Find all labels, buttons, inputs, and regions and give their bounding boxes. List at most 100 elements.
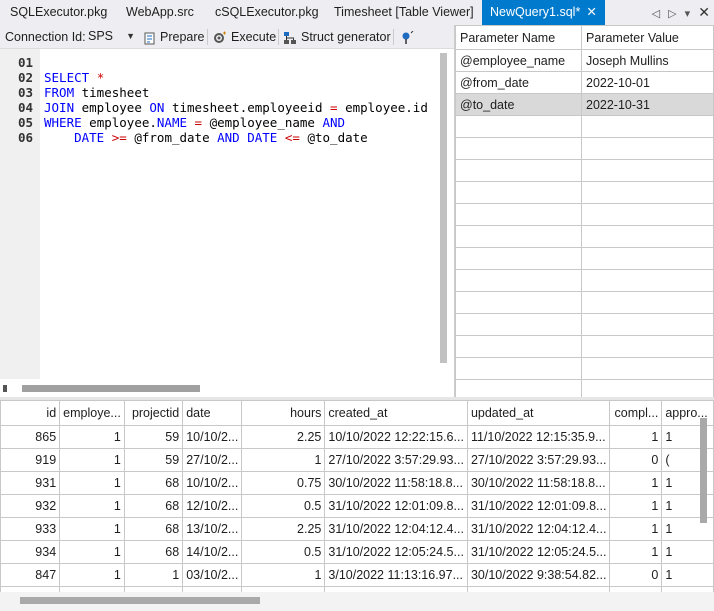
table-row[interactable]: 932 1 68 12/10/2... 0.5 31/10/2022 12:01:09.8… — [0, 494, 714, 518]
parameter-empty-cell[interactable] — [455, 313, 582, 336]
editor-horizontal-scrollbar[interactable] — [22, 385, 200, 392]
parameter-empty-cell[interactable] — [455, 159, 582, 182]
parameter-empty-cell[interactable] — [455, 335, 582, 358]
table-cell[interactable]: 31/10/2022 12:01:09.8... — [324, 494, 468, 518]
parameter-empty-cell[interactable] — [581, 247, 714, 270]
parameter-empty-cell[interactable] — [581, 137, 714, 160]
table-cell[interactable]: 1 — [59, 540, 125, 564]
parameter-empty-cell[interactable] — [581, 115, 714, 138]
parameter-empty-cell[interactable] — [455, 203, 582, 226]
table-cell[interactable]: 1 — [59, 494, 125, 518]
table-cell[interactable]: 1 — [609, 540, 663, 564]
table-cell[interactable]: 931 — [0, 471, 61, 495]
table-cell[interactable]: 865 — [0, 425, 61, 449]
parameter-name-cell[interactable]: @from_date — [455, 71, 582, 94]
table-cell[interactable]: 30/10/2022 9:38:54.82... — [466, 563, 611, 587]
column-header-projectid[interactable]: projectid — [123, 400, 184, 426]
table-cell[interactable]: 68 — [123, 540, 184, 564]
column-header-updated-at[interactable]: updated_at — [466, 400, 611, 426]
table-cell[interactable]: 1 — [241, 448, 326, 472]
parameter-value-cell[interactable]: 2022-10-31 — [581, 93, 714, 116]
table-cell[interactable]: 31/10/2022 12:05:24.5... — [466, 540, 611, 564]
parameter-empty-cell[interactable] — [455, 181, 582, 204]
column-header-hours[interactable]: hours — [241, 400, 326, 426]
table-cell[interactable]: 1 — [609, 425, 663, 449]
parameter-value-cell[interactable]: 2022-10-01 — [581, 71, 714, 94]
table-cell[interactable]: 932 — [0, 494, 61, 518]
parameter-row[interactable]: @to_date 2022-10-31 — [455, 93, 714, 116]
table-cell[interactable]: 1 — [609, 494, 663, 518]
editor-vertical-scrollbar[interactable] — [440, 53, 447, 363]
table-row[interactable]: 931 1 68 10/10/2... 0.75 30/10/2022 11:58:18.… — [0, 471, 714, 495]
table-cell[interactable]: 847 — [0, 563, 61, 587]
parameter-empty-cell[interactable] — [581, 181, 714, 204]
table-row[interactable]: 919 1 59 27/10/2... 1 27/10/2022 3:57:29.93..… — [0, 448, 714, 472]
table-cell[interactable]: 30/10/2022 11:58:18.8... — [324, 471, 468, 495]
struct-generator-button[interactable]: Struct generator — [283, 25, 391, 49]
table-cell[interactable]: 934 — [0, 540, 61, 564]
table-cell[interactable]: 1 — [59, 425, 125, 449]
parameter-empty-row[interactable] — [455, 291, 714, 314]
table-cell[interactable]: 59 — [123, 425, 184, 449]
results-horizontal-scrollbar[interactable] — [20, 597, 260, 604]
parameter-empty-cell[interactable] — [581, 225, 714, 248]
table-cell[interactable]: 10/10/2... — [182, 425, 243, 449]
table-cell[interactable]: 3/10/2022 11:13:16.97... — [324, 563, 468, 587]
table-cell[interactable]: 31/10/2022 12:04:12.4... — [466, 517, 611, 541]
parameter-empty-row[interactable] — [455, 181, 714, 204]
table-cell[interactable]: 1 — [609, 471, 663, 495]
column-header-parameter-value[interactable]: Parameter Value — [581, 25, 714, 50]
tab-newquery1-sql[interactable]: NewQuery1.sql* ✕ — [482, 0, 605, 25]
table-row[interactable]: 865 1 59 10/10/2... 2.25 10/10/2022 12:22:15.… — [0, 425, 714, 449]
results-vertical-scrollbar[interactable] — [700, 418, 707, 523]
table-cell[interactable]: 68 — [123, 517, 184, 541]
table-cell[interactable]: 31/10/2022 12:04:12.4... — [324, 517, 468, 541]
table-cell[interactable]: 1 — [59, 517, 125, 541]
parameter-value-cell[interactable]: Joseph Mullins — [581, 49, 714, 72]
parameter-empty-cell[interactable] — [581, 203, 714, 226]
table-cell[interactable]: 1 — [661, 563, 714, 587]
table-cell[interactable]: 2.25 — [241, 425, 326, 449]
tab-sqlexecutor-pkg[interactable]: SQLExecutor.pkg — [2, 0, 115, 25]
scroll-right-icon[interactable]: ▷ — [668, 8, 676, 20]
parameter-empty-cell[interactable] — [455, 115, 582, 138]
table-row[interactable]: 933 1 68 13/10/2... 2.25 31/10/2022 12:04:12.… — [0, 517, 714, 541]
table-row[interactable]: 934 1 68 14/10/2... 0.5 31/10/2022 12:05:24.5… — [0, 540, 714, 564]
table-cell[interactable]: 68 — [123, 471, 184, 495]
parameter-empty-cell[interactable] — [581, 291, 714, 314]
table-cell[interactable]: 933 — [0, 517, 61, 541]
parameter-empty-row[interactable] — [455, 313, 714, 336]
table-cell[interactable]: 1 — [59, 471, 125, 495]
table-cell[interactable]: 27/10/2022 3:57:29.93... — [466, 448, 611, 472]
table-cell[interactable]: 13/10/2... — [182, 517, 243, 541]
table-cell[interactable]: 30/10/2022 11:58:18.8... — [466, 471, 611, 495]
table-cell[interactable]: 10/10/2... — [182, 471, 243, 495]
table-row[interactable]: 847 1 1 03/10/2... 1 3/10/2022 11:13:16.97...… — [0, 563, 714, 587]
close-icon[interactable]: ✕ — [586, 5, 596, 19]
parameter-name-cell[interactable]: @employee_name — [455, 49, 582, 72]
table-cell[interactable]: 919 — [0, 448, 61, 472]
table-cell[interactable]: 1 — [59, 448, 125, 472]
tab-dropdown-icon[interactable]: ▾ — [685, 8, 691, 20]
parameter-empty-row[interactable] — [455, 225, 714, 248]
pin-tool-button[interactable] — [399, 25, 418, 49]
execute-button[interactable]: Execute — [213, 25, 276, 49]
column-header-parameter-name[interactable]: Parameter Name — [455, 25, 582, 50]
parameter-row[interactable]: @from_date 2022-10-01 — [455, 71, 714, 94]
column-header-completed[interactable]: compl... — [609, 400, 663, 426]
parameter-empty-row[interactable] — [455, 115, 714, 138]
table-cell[interactable]: 12/10/2... — [182, 494, 243, 518]
table-cell[interactable]: 59 — [123, 448, 184, 472]
parameter-empty-cell[interactable] — [455, 137, 582, 160]
parameter-empty-cell[interactable] — [581, 357, 714, 380]
parameter-empty-cell[interactable] — [581, 313, 714, 336]
table-cell[interactable]: 1 — [661, 540, 714, 564]
table-cell[interactable]: 1 — [59, 563, 125, 587]
table-cell[interactable]: 0.5 — [241, 494, 326, 518]
table-cell[interactable]: 0.75 — [241, 471, 326, 495]
tab-timesheet-table-viewer[interactable]: Timesheet [Table Viewer] — [326, 0, 482, 25]
tab-csqlexecutor-pkg[interactable]: cSQLExecutor.pkg — [207, 0, 327, 25]
table-cell[interactable]: 14/10/2... — [182, 540, 243, 564]
parameter-empty-row[interactable] — [455, 269, 714, 292]
parameter-empty-cell[interactable] — [455, 291, 582, 314]
